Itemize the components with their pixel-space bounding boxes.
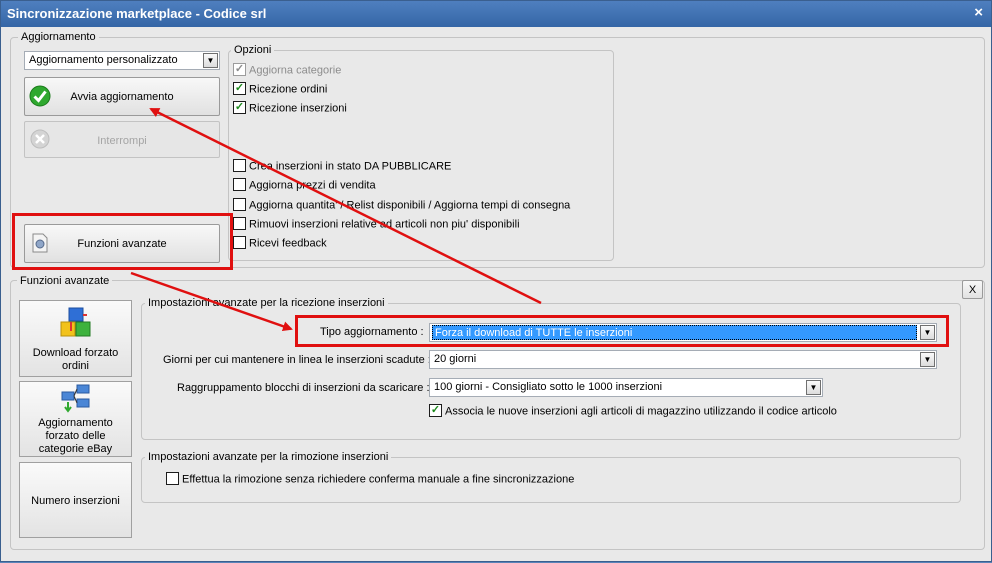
start-update-button[interactable]: Avvia aggiornamento	[24, 77, 220, 116]
option-label: Aggiorna quantita' / Relist disponibili …	[249, 199, 571, 212]
cubes-icon	[60, 307, 90, 337]
option-aggiorna-categorie[interactable]: ✓ Aggiorna categorie	[233, 63, 342, 77]
start-update-label: Avvia aggiornamento	[70, 91, 174, 103]
rimozione-legend: Impostazioni avanzate per la rimozione i…	[145, 451, 392, 463]
funzioni-avanzate-legend: Funzioni avanzate	[17, 275, 113, 287]
associa-checkbox-row[interactable]: ✓ Associa le nuove inserzioni agli artico…	[429, 404, 837, 418]
tipo-aggiornamento-label: Tipo aggiornamento :	[320, 326, 424, 338]
option-label: Rimuovi inserzioni relative ad articoli …	[249, 218, 520, 231]
sync-window: Sincronizzazione marketplace - Codice sr…	[0, 0, 992, 562]
chevron-down-icon[interactable]: ▼	[203, 53, 218, 68]
advanced-functions-label: Funzioni avanzate	[77, 238, 167, 250]
download-orders-button[interactable]: Download forzato ordini	[19, 300, 132, 377]
option-label: Crea inserzioni in stato DA PUBBLICARE	[249, 160, 452, 173]
checkbox[interactable]	[166, 472, 179, 485]
update-categories-button[interactable]: Aggiornamento forzato delle categorie eB…	[19, 381, 132, 457]
option-rimuovi-inserzioni[interactable]: Rimuovi inserzioni relative ad articoli …	[233, 217, 520, 231]
option-ricevi-feedback[interactable]: Ricevi feedback	[233, 236, 327, 250]
update-categories-label: Aggiornamento forzato delle categorie eB…	[38, 417, 113, 455]
giorni-value: 20 giorni	[434, 353, 477, 365]
numero-inserzioni-label: Numero inserzioni	[31, 495, 120, 507]
checkbox[interactable]	[233, 236, 246, 249]
checkbox[interactable]	[233, 217, 246, 230]
tipo-aggiornamento-value: Forza il download di TUTTE le inserzioni	[432, 325, 917, 340]
raggruppamento-select[interactable]: 100 giorni - Consigliato sotto le 1000 i…	[429, 378, 823, 397]
tipo-aggiornamento-select[interactable]: Forza il download di TUTTE le inserzioni…	[429, 323, 937, 342]
close-icon[interactable]: ×	[974, 4, 983, 21]
hierarchy-icon	[61, 384, 89, 413]
giorni-label: Giorni per cui mantenere in linea le ins…	[163, 354, 431, 366]
title-bar[interactable]: Sincronizzazione marketplace - Codice sr…	[1, 1, 991, 27]
raggruppamento-label: Raggruppamento blocchi di inserzioni da …	[177, 382, 430, 394]
chevron-down-icon[interactable]: ▼	[920, 352, 935, 367]
option-crea-inserzioni[interactable]: Crea inserzioni in stato DA PUBBLICARE	[233, 159, 452, 173]
option-label: Aggiorna categorie	[249, 64, 342, 77]
effettua-label: Effettua la rimozione senza richiedere c…	[182, 473, 575, 486]
option-label: Ricevi feedback	[249, 237, 327, 250]
update-mode-select[interactable]: Aggiornamento personalizzato ▼	[24, 51, 220, 70]
checkbox[interactable]	[233, 178, 246, 191]
checkbox[interactable]: ✓	[429, 404, 442, 417]
chevron-down-icon[interactable]: ▼	[806, 380, 821, 395]
associa-label: Associa le nuove inserzioni agli articol…	[445, 405, 837, 418]
stop-update-button[interactable]: Interrompi	[24, 121, 220, 158]
stop-update-label: Interrompi	[97, 135, 147, 147]
option-label: Ricezione inserzioni	[249, 102, 347, 115]
ricezione-legend: Impostazioni avanzate per la ricezione i…	[145, 297, 388, 309]
numero-inserzioni-button[interactable]: Numero inserzioni	[19, 462, 132, 538]
close-advanced-button[interactable]: X	[962, 280, 983, 299]
option-ricezione-ordini[interactable]: ✓ Ricezione ordini	[233, 82, 328, 96]
download-orders-label: Download forzato ordini	[32, 347, 119, 372]
advanced-functions-button[interactable]: Funzioni avanzate	[24, 224, 220, 263]
option-label: Aggiorna prezzi di vendita	[249, 179, 376, 192]
aggiornamento-legend: Aggiornamento	[18, 31, 99, 43]
update-mode-value: Aggiornamento personalizzato	[29, 54, 178, 66]
checkbox[interactable]: ✓	[233, 82, 246, 95]
window-title: Sincronizzazione marketplace - Codice sr…	[7, 6, 267, 21]
option-aggiorna-quantita[interactable]: Aggiorna quantita' / Relist disponibili …	[233, 198, 571, 212]
option-label: Ricezione ordini	[249, 83, 328, 96]
checkbox[interactable]: ✓	[233, 63, 246, 76]
opzioni-legend: Opzioni	[231, 44, 275, 56]
chevron-down-icon[interactable]: ▼	[920, 325, 935, 340]
checkbox[interactable]: ✓	[233, 101, 246, 114]
checkbox[interactable]	[233, 159, 246, 172]
checkbox[interactable]	[233, 198, 246, 211]
raggruppamento-value: 100 giorni - Consigliato sotto le 1000 i…	[434, 381, 663, 393]
option-ricezione-inserzioni[interactable]: ✓ Ricezione inserzioni	[233, 101, 347, 115]
giorni-select[interactable]: 20 giorni ▼	[429, 350, 937, 369]
option-aggiorna-prezzi[interactable]: Aggiorna prezzi di vendita	[233, 178, 376, 192]
effettua-rimozione-row[interactable]: Effettua la rimozione senza richiedere c…	[166, 472, 575, 486]
close-advanced-label: X	[968, 284, 977, 296]
